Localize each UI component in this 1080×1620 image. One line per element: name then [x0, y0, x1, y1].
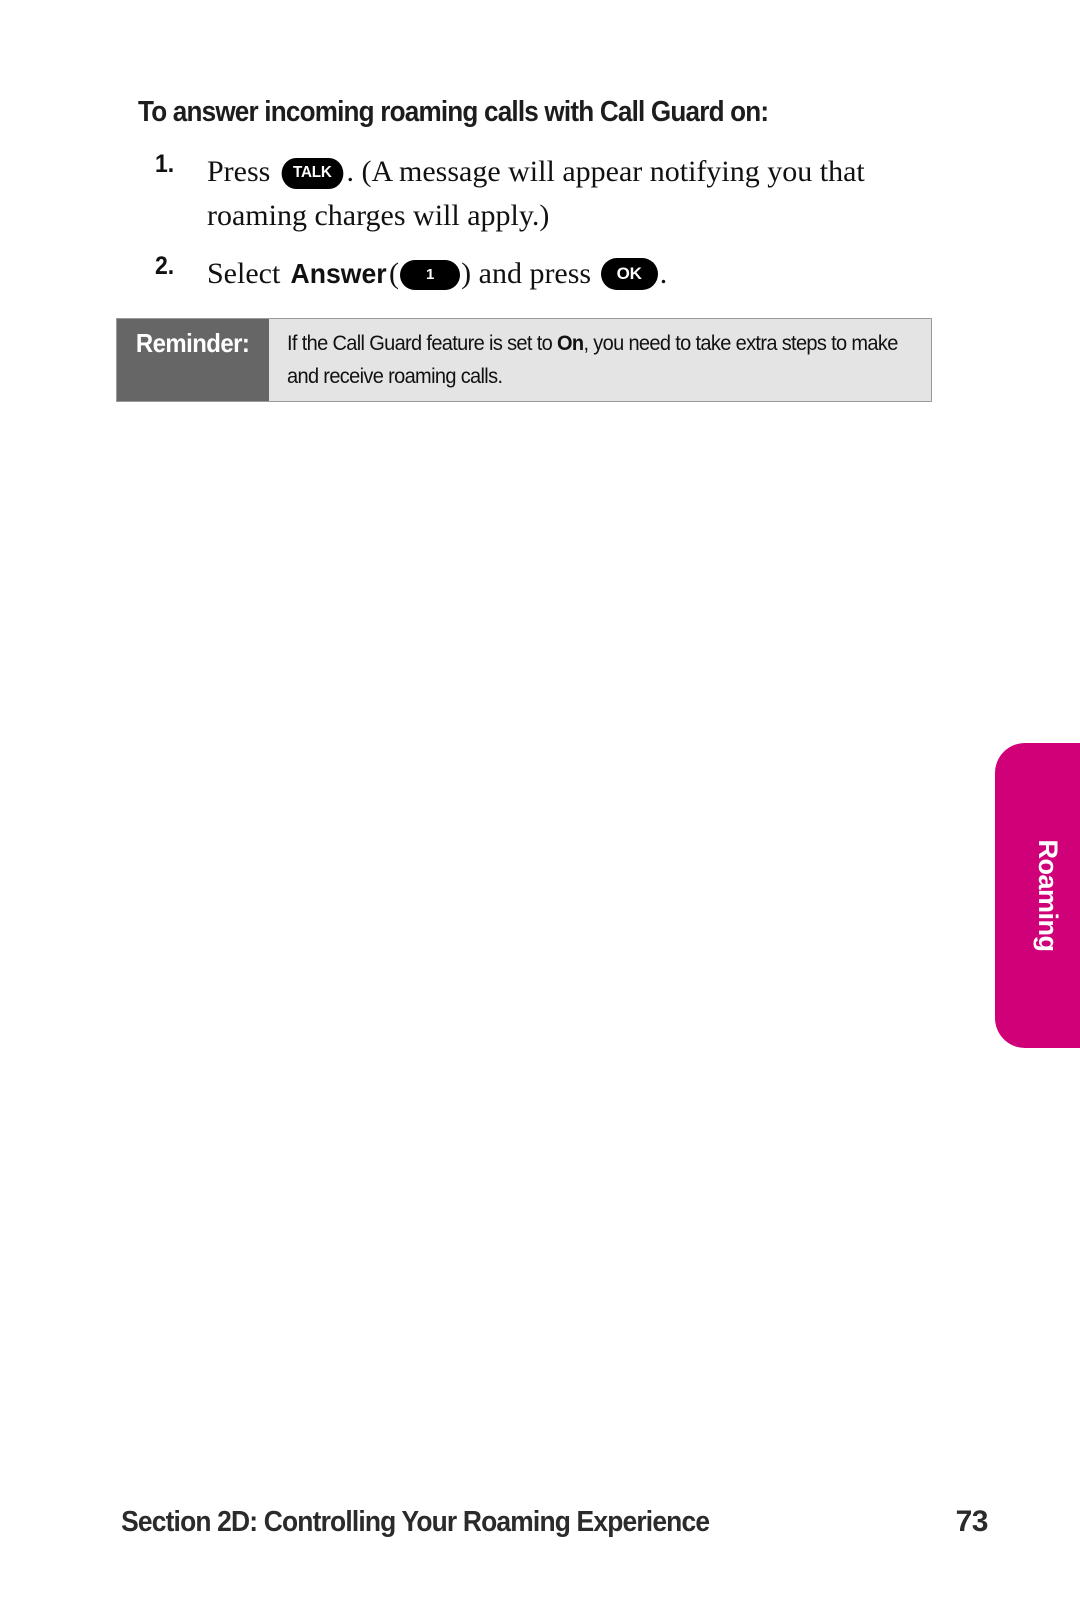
step-2-text-end: .: [659, 257, 668, 290]
number-one-key-icon[interactable]: 1: [399, 260, 461, 290]
step-2-paren-open: (: [388, 257, 399, 290]
reminder-label: Reminder:: [117, 319, 269, 401]
reminder-body: If the Call Guard feature is set to On, …: [269, 319, 931, 401]
page-heading: To answer incoming roaming calls with Ca…: [138, 96, 769, 128]
reminder-text-part1: If the Call Guard feature is set to: [287, 331, 557, 355]
answer-menu-item-label: Answer: [290, 258, 387, 289]
instruction-steps: 1. Press TALK. (A message will appear no…: [155, 150, 955, 310]
step-2-number: 2.: [155, 252, 175, 280]
side-index-tab-roaming[interactable]: Roaming: [995, 743, 1080, 1048]
step-2: 2. Select Answer(1) and press OK.: [155, 252, 955, 296]
talk-key-icon[interactable]: TALK: [281, 158, 343, 189]
side-index-tab-label: Roaming: [1033, 839, 1063, 952]
reminder-callout: Reminder: If the Call Guard feature is s…: [116, 318, 932, 402]
step-1-text-before: Press: [207, 155, 271, 188]
step-2-text-before: Select: [207, 257, 281, 290]
footer-section-title: Section 2D: Controlling Your Roaming Exp…: [121, 1506, 710, 1538]
step-1-body: Press TALK. (A message will appear notif…: [207, 150, 955, 238]
ok-key-icon[interactable]: OK: [600, 258, 658, 290]
page-footer: Section 2D: Controlling Your Roaming Exp…: [92, 1505, 988, 1539]
step-2-paren-close: ): [461, 257, 472, 290]
step-1-number: 1.: [155, 150, 175, 178]
step-2-body: Select Answer(1) and press OK.: [207, 252, 955, 296]
manual-page: To answer incoming roaming calls with Ca…: [0, 0, 1080, 1620]
footer-page-number: 73: [955, 1505, 989, 1538]
step-2-text-middle: and press: [478, 257, 592, 290]
reminder-text-emphasis: On: [556, 331, 584, 355]
reminder-body-inner: If the Call Guard feature is set to On, …: [287, 327, 917, 393]
step-1: 1. Press TALK. (A message will appear no…: [155, 150, 955, 238]
reminder-label-text: Reminder:: [136, 328, 250, 358]
